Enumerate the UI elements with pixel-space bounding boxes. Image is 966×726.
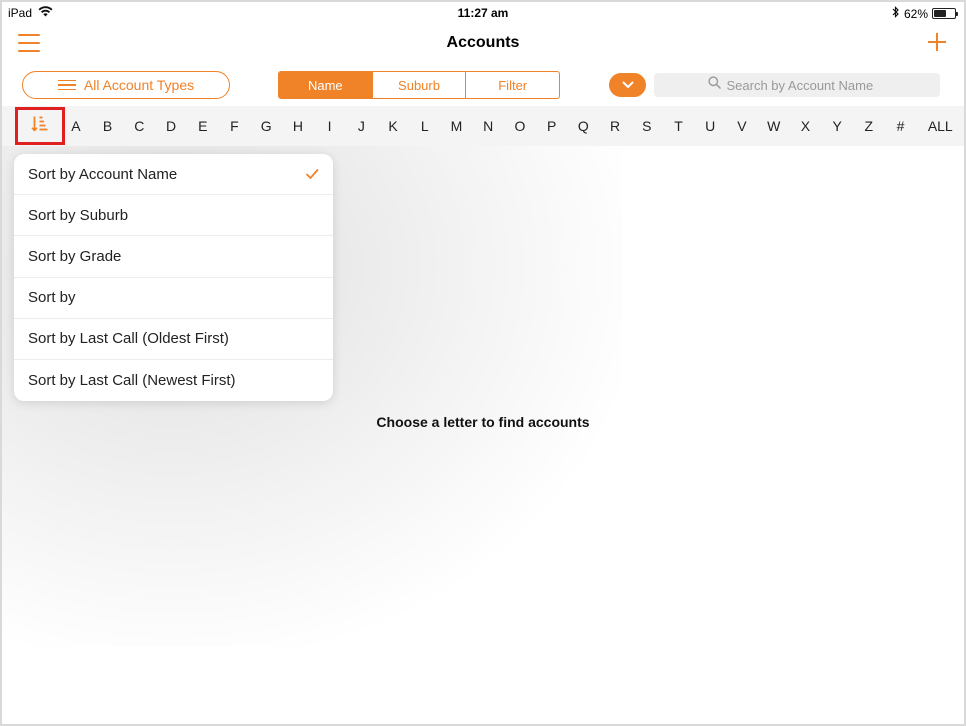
list-icon xyxy=(57,77,76,94)
battery-percent: 62% xyxy=(903,6,928,21)
sort-option-suburb[interactable]: Sort by Suburb xyxy=(14,195,333,237)
letter-c[interactable]: C xyxy=(123,118,155,134)
sort-option-label: Sort by Grade xyxy=(28,247,122,265)
search-mode-segmented-control: Name Suburb Filter xyxy=(278,71,560,99)
sort-option-label: Sort by xyxy=(28,289,76,307)
status-time: 11:27 am xyxy=(457,6,509,20)
app-window: iPad 11:27 am 62% Accounts All Account T… xyxy=(0,0,966,726)
letter-i[interactable]: I xyxy=(314,118,346,134)
letter-r[interactable]: R xyxy=(599,118,631,134)
checkmark-icon xyxy=(305,167,319,181)
letter-all[interactable]: ALL xyxy=(916,118,964,134)
letter-g[interactable]: G xyxy=(250,118,282,134)
empty-state-message: Choose a letter to find accounts xyxy=(376,414,590,430)
letter-z[interactable]: Z xyxy=(853,118,885,134)
sort-option-blank[interactable]: Sort by xyxy=(14,278,333,319)
sort-option-label: Sort by Account Name xyxy=(28,165,178,183)
letter-k[interactable]: K xyxy=(377,118,409,134)
letter-s[interactable]: S xyxy=(631,118,663,134)
segment-suburb[interactable]: Suburb xyxy=(371,72,466,98)
letter-hash[interactable]: # xyxy=(885,118,917,134)
letter-m[interactable]: M xyxy=(441,118,473,134)
letter-t[interactable]: T xyxy=(663,118,695,134)
account-types-label: All Account Types xyxy=(83,77,195,93)
letter-v[interactable]: V xyxy=(726,118,758,134)
dropdown-button[interactable] xyxy=(609,73,646,97)
letter-index-bar: A B C D E F G H I J K L M N O P Q R S T U V W X Y Z # ALL xyxy=(2,106,964,146)
account-types-button[interactable]: All Account Types xyxy=(22,71,230,99)
letter-f[interactable]: F xyxy=(219,118,251,134)
search-input[interactable] xyxy=(726,77,887,93)
segment-filter[interactable]: Filter xyxy=(465,72,559,98)
letter-h[interactable]: H xyxy=(282,118,314,134)
sort-option-last-call-newest[interactable]: Sort by Last Call (Newest First) xyxy=(14,360,333,401)
search-icon xyxy=(707,76,721,94)
letter-e[interactable]: E xyxy=(187,118,219,134)
add-icon[interactable] xyxy=(926,30,948,54)
segment-name[interactable]: Name xyxy=(279,72,372,98)
sort-option-grade[interactable]: Sort by Grade xyxy=(14,236,333,278)
search-bar xyxy=(654,73,940,97)
letter-j[interactable]: J xyxy=(345,118,377,134)
letter-b[interactable]: B xyxy=(92,118,124,134)
sort-option-label: Sort by Last Call (Oldest First) xyxy=(28,330,229,348)
letter-w[interactable]: W xyxy=(758,118,790,134)
letter-d[interactable]: D xyxy=(155,118,187,134)
bluetooth-icon xyxy=(892,6,900,21)
sort-option-label: Sort by Last Call (Newest First) xyxy=(28,372,236,390)
letter-p[interactable]: P xyxy=(536,118,568,134)
status-bar: iPad 11:27 am 62% xyxy=(2,2,964,24)
letter-list: A B C D E F G H I J K L M N O P Q R S T U V W X Y Z # ALL xyxy=(60,106,964,146)
letter-o[interactable]: O xyxy=(504,118,536,134)
battery-icon xyxy=(932,8,958,19)
sort-menu-popover: Sort by Account Name Sort by Suburb Sort… xyxy=(14,154,333,401)
letter-u[interactable]: U xyxy=(694,118,726,134)
page-title: Accounts xyxy=(446,34,520,51)
letter-n[interactable]: N xyxy=(472,118,504,134)
sort-option-account-name[interactable]: Sort by Account Name xyxy=(14,154,333,196)
sort-button[interactable] xyxy=(15,107,65,145)
filter-row: All Account Types Name Suburb Filter xyxy=(2,68,964,102)
letter-x[interactable]: X xyxy=(790,118,822,134)
letter-l[interactable]: L xyxy=(409,118,441,134)
navigation-bar: Accounts xyxy=(2,24,964,64)
letter-y[interactable]: Y xyxy=(821,118,853,134)
chevron-down-icon xyxy=(622,76,634,94)
letter-a[interactable]: A xyxy=(60,118,92,134)
battery-fill xyxy=(934,10,947,17)
sort-option-last-call-oldest[interactable]: Sort by Last Call (Oldest First) xyxy=(14,319,333,360)
sort-icon xyxy=(31,115,49,138)
letter-q[interactable]: Q xyxy=(568,118,600,134)
status-right: 62% xyxy=(892,6,958,21)
sort-option-label: Sort by Suburb xyxy=(28,206,129,224)
